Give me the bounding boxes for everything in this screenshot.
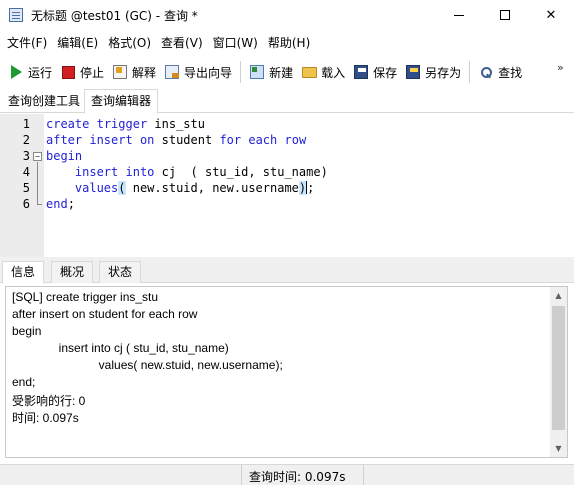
message-line: begin <box>12 324 42 338</box>
toolbar: 运行 停止 解释 导出向导 新建 载入 保存 另存为 查找 <box>0 56 574 88</box>
message-line: end; <box>12 375 36 389</box>
close-button[interactable]: ✕ <box>528 0 574 30</box>
export-icon <box>164 64 180 80</box>
message-line: 受影响的行: 0 <box>12 394 86 408</box>
line-number-gutter: 1 2 3 4 5 6 − <box>0 114 44 258</box>
matched-bracket: ( <box>118 181 126 195</box>
code-line-4: insert into cj ( stu_id, stu_name) <box>74 165 328 179</box>
save-as-button[interactable]: 另存为 <box>401 59 465 85</box>
code-line-3: begin <box>46 149 83 163</box>
tab-query-builder[interactable]: 查询创建工具 <box>2 90 86 113</box>
line-number: 4 <box>22 165 30 179</box>
minimize-icon <box>454 14 464 16</box>
maximize-button[interactable] <box>482 0 528 30</box>
scroll-down-icon[interactable]: ▼ <box>550 440 567 457</box>
toolbar-overflow-button[interactable]: » <box>557 61 564 74</box>
menu-help[interactable]: 帮助(H) <box>263 31 315 55</box>
code-line-6: end; <box>46 197 75 211</box>
editor-tab-strip: 查询创建工具 查询编辑器 <box>0 88 574 114</box>
export-wizard-label: 导出向导 <box>184 65 233 80</box>
line-number: 3 <box>22 149 30 163</box>
save-as-icon <box>405 64 421 80</box>
menu-window[interactable]: 窗口(W) <box>208 31 263 55</box>
save-icon <box>353 64 369 80</box>
fold-end-marker <box>37 204 42 205</box>
matched-bracket: ) <box>298 181 307 195</box>
status-divider <box>363 465 364 485</box>
stop-button[interactable]: 停止 <box>56 59 108 85</box>
explain-icon <box>112 64 128 80</box>
status-bar: 查询时间: 0.097s <box>0 464 574 485</box>
title-bar: 无标题 @test01 (GC) - 查询 * ✕ <box>0 0 574 30</box>
find-button[interactable]: 查找 <box>474 59 526 85</box>
code-line-5: values( new.stuid, new.username); <box>74 181 315 195</box>
scrollbar-thumb[interactable] <box>552 306 565 430</box>
menu-edit[interactable]: 编辑(E) <box>52 31 103 55</box>
message-output[interactable]: [SQL] create trigger ins_stu after inser… <box>5 286 568 458</box>
tab-messages[interactable]: 信息 <box>2 261 45 284</box>
message-line: [SQL] create trigger ins_stu <box>12 290 159 304</box>
tab-query-editor[interactable]: 查询编辑器 <box>84 89 159 114</box>
stop-label: 停止 <box>80 65 105 80</box>
export-wizard-button[interactable]: 导出向导 <box>160 59 236 85</box>
run-icon <box>8 64 24 80</box>
scroll-up-icon[interactable]: ▲ <box>550 287 567 304</box>
save-button[interactable]: 保存 <box>349 59 401 85</box>
line-number: 1 <box>22 117 30 131</box>
find-label: 查找 <box>498 65 523 80</box>
message-line: after insert on student for each row <box>12 307 198 321</box>
fold-guide <box>37 162 38 204</box>
line-number: 2 <box>22 133 30 147</box>
status-divider <box>241 465 242 485</box>
fold-toggle-icon[interactable]: − <box>33 152 42 161</box>
load-label: 载入 <box>321 65 346 80</box>
result-tab-strip: 信息 概况 状态 <box>0 260 574 284</box>
folder-icon <box>301 64 317 80</box>
search-icon <box>478 64 494 80</box>
line-number: 5 <box>22 181 30 195</box>
line-number: 6 <box>22 197 30 211</box>
explain-button[interactable]: 解释 <box>108 59 160 85</box>
maximize-icon <box>500 10 510 20</box>
run-label: 运行 <box>28 65 53 80</box>
app-icon <box>9 8 23 22</box>
menu-view[interactable]: 查看(V) <box>156 31 208 55</box>
menu-file[interactable]: 文件(F) <box>2 31 52 55</box>
message-line: values( new.stuid, new.username); <box>12 358 283 372</box>
load-button[interactable]: 载入 <box>297 59 349 85</box>
explain-label: 解释 <box>132 65 157 80</box>
sql-editor[interactable]: 1 2 3 4 5 6 − create trigger ins_stu aft… <box>0 114 574 258</box>
code-line-2: after insert on student for each row <box>46 133 307 147</box>
toolbar-separator <box>469 61 471 83</box>
run-button[interactable]: 运行 <box>4 59 56 85</box>
window-title: 无标题 @test01 (GC) - 查询 * <box>31 8 198 23</box>
save-label: 保存 <box>373 65 398 80</box>
message-line: 时间: 0.097s <box>12 411 79 425</box>
menu-bar: 文件(F) 编辑(E) 格式(O) 查看(V) 窗口(W) 帮助(H) <box>0 31 574 55</box>
message-line: insert into cj ( stu_id, stu_name) <box>12 341 229 355</box>
tab-profile[interactable]: 概况 <box>51 261 94 283</box>
stop-icon <box>60 64 76 80</box>
new-button[interactable]: 新建 <box>245 59 297 85</box>
close-icon: ✕ <box>545 7 557 23</box>
code-line-1: create trigger ins_stu <box>46 117 205 131</box>
toolbar-separator <box>240 61 242 83</box>
menu-format[interactable]: 格式(O) <box>103 31 156 55</box>
tab-status[interactable]: 状态 <box>99 261 142 283</box>
save-as-label: 另存为 <box>425 65 462 80</box>
new-label: 新建 <box>269 65 294 80</box>
minimize-button[interactable] <box>436 0 482 30</box>
new-icon <box>249 64 265 80</box>
vertical-scrollbar[interactable]: ▲ ▼ <box>550 287 567 457</box>
query-time-status: 查询时间: 0.097s <box>249 470 346 484</box>
